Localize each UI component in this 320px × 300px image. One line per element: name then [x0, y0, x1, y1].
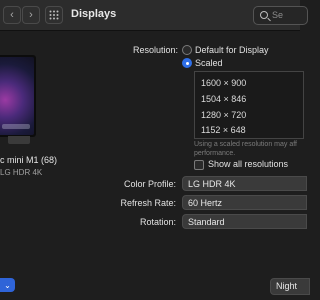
resolution-label: Resolution:	[132, 45, 178, 55]
scaled-hint-line-1: Using a scaled resolution may aff	[194, 141, 297, 148]
scaled-hint-line-2: performance.	[194, 150, 236, 157]
search-input[interactable]: Se	[253, 6, 308, 25]
display-model: LG HDR 4K	[0, 168, 43, 177]
back-button[interactable]: ‹	[3, 6, 21, 24]
window-title: Displays	[71, 8, 117, 20]
refresh-rate-label: Refresh Rate:	[120, 198, 176, 208]
refresh-rate-select[interactable]: 60 Hertz	[182, 195, 307, 210]
show-all-resolutions-checkbox[interactable]	[194, 160, 204, 170]
display-name: c mini M1 (68)	[0, 155, 58, 165]
show-all-resolutions-label: Show all resolutions	[208, 159, 289, 169]
chevron-right-icon: ›	[29, 9, 33, 21]
resolution-list: 1600 × 900 1504 × 846 1280 × 720 1152 × …	[194, 71, 304, 139]
rotation-select[interactable]: Standard	[182, 214, 307, 229]
radio-scaled[interactable]	[182, 58, 192, 68]
display-thumbnail[interactable]	[0, 55, 36, 137]
night-shift-label: Night	[276, 281, 298, 291]
toolbar: ‹ › Displays Se	[0, 0, 308, 31]
chevron-up-down-icon: ⌄	[4, 280, 11, 290]
option-scaled-label: Scaled	[195, 58, 223, 68]
show-all-button[interactable]	[45, 6, 63, 24]
resolution-item[interactable]: 1600 × 900	[201, 78, 246, 88]
chevron-left-icon: ‹	[10, 9, 14, 21]
dock-preview	[2, 124, 30, 129]
scaled-hint: Using a scaled resolution may aff perfor…	[194, 140, 314, 158]
monitor-stand	[8, 136, 30, 144]
wallpaper-image	[0, 57, 34, 135]
color-profile-value: LG HDR 4K	[188, 178, 236, 189]
color-profile-select[interactable]: LG HDR 4K	[182, 176, 307, 191]
forward-button[interactable]: ›	[22, 6, 40, 24]
search-icon	[260, 11, 268, 19]
radio-default-for-display[interactable]	[182, 45, 192, 55]
refresh-rate-value: 60 Hertz	[188, 197, 223, 208]
resolution-item[interactable]: 1280 × 720	[201, 110, 246, 120]
color-profile-label: Color Profile:	[123, 179, 176, 189]
search-placeholder: Se	[272, 10, 284, 20]
resolution-item[interactable]: 1504 × 846	[201, 94, 246, 104]
option-default-label: Default for Display	[195, 45, 269, 55]
resolution-item[interactable]: 1152 × 648	[201, 125, 246, 135]
night-shift-button[interactable]: Night	[270, 278, 310, 295]
display-menu-button[interactable]: ⌄	[0, 278, 15, 292]
rotation-label: Rotation:	[139, 217, 176, 227]
grid-icon	[49, 10, 59, 20]
rotation-value: Standard	[188, 216, 225, 227]
